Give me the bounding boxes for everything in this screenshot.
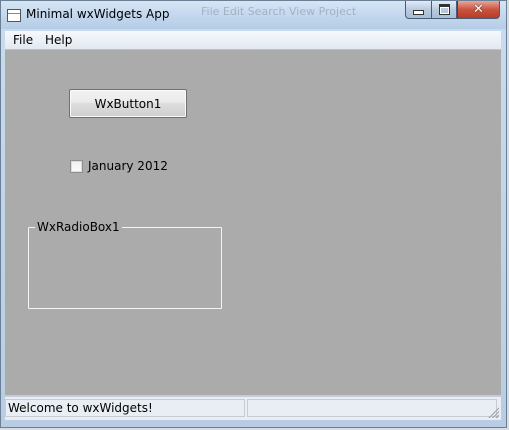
close-button[interactable]: ✕: [457, 1, 500, 19]
background-window-ghost: File Edit Search View Project: [201, 5, 357, 18]
app-window: Minimal wxWidgets App File Edit Search V…: [0, 0, 507, 428]
window-title: Minimal wxWidgets App: [26, 7, 170, 21]
maximize-button[interactable]: [431, 1, 457, 19]
wx-radio-box-1: WxRadioBox1: [28, 221, 222, 309]
client-area: WxButton1 January 2012 WxRadioBox1: [5, 50, 501, 395]
minimize-button[interactable]: [405, 1, 431, 19]
menu-file[interactable]: File: [13, 33, 33, 47]
january-checkbox-label[interactable]: January 2012: [88, 159, 168, 173]
minimize-icon: [413, 10, 424, 15]
title-bar[interactable]: Minimal wxWidgets App File Edit Search V…: [1, 1, 506, 29]
january-checkbox[interactable]: [70, 159, 83, 173]
radio-box-label: WxRadioBox1: [35, 220, 122, 234]
january-checkbox-row[interactable]: January 2012: [70, 159, 168, 173]
window-controls: ✕: [405, 1, 500, 20]
close-icon: ✕: [473, 2, 484, 17]
menu-bar: File Help: [5, 31, 501, 50]
wx-button-1[interactable]: WxButton1: [69, 89, 187, 118]
status-bar: Welcome to wxWidgets!: [5, 396, 501, 420]
status-pane-secondary: [247, 399, 497, 417]
menu-help[interactable]: Help: [45, 33, 72, 47]
maximize-icon: [438, 4, 450, 15]
resize-grip-icon[interactable]: [487, 406, 499, 418]
status-pane-main: Welcome to wxWidgets!: [5, 399, 245, 417]
app-window-icon: [7, 9, 21, 22]
